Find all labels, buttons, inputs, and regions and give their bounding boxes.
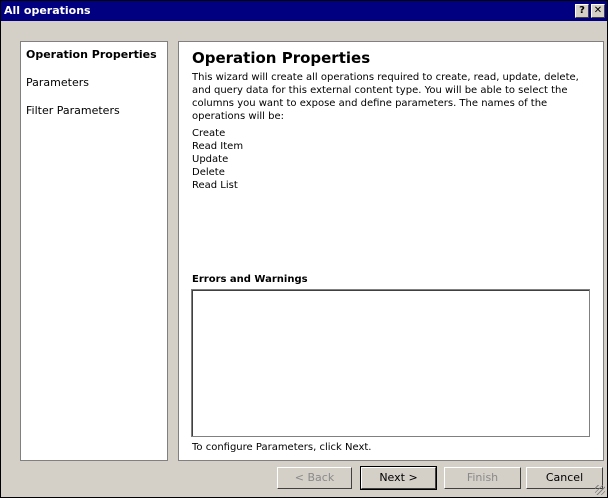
dialog-window: All operations ? ✕ Operation Properties … (0, 0, 608, 498)
operation-item: Delete (192, 167, 225, 178)
title-bar[interactable]: All operations ? ✕ (1, 1, 607, 21)
cancel-button[interactable]: Cancel (526, 467, 603, 489)
wizard-nav: Operation Properties Parameters Filter P… (20, 41, 168, 461)
operation-item: Read Item (192, 141, 244, 152)
help-button[interactable]: ? (575, 4, 589, 18)
page-heading: Operation Properties (192, 49, 371, 67)
operation-item: Read List (192, 180, 238, 191)
nav-item-filter-parameters[interactable]: Filter Parameters (26, 104, 120, 117)
nav-item-operation-properties[interactable]: Operation Properties (26, 48, 157, 61)
errors-label: Errors and Warnings (192, 274, 308, 285)
hint-text: To configure Parameters, click Next. (192, 442, 372, 453)
operation-item: Create (192, 128, 226, 139)
description-line: columns you want to expose and define pa… (192, 98, 548, 109)
description: This wizard will create all operations r… (192, 71, 592, 123)
nav-item-parameters[interactable]: Parameters (26, 76, 89, 89)
resize-grip-icon[interactable] (595, 485, 605, 495)
window-title: All operations (4, 4, 91, 17)
description-line: This wizard will create all operations r… (192, 72, 579, 83)
back-button[interactable]: < Back (277, 467, 352, 489)
description-line: and query data for this external content… (192, 85, 568, 96)
operations-list: Create Read Item Update Delete Read List (192, 127, 243, 192)
content-panel: Operation Properties This wizard will cr… (178, 41, 604, 461)
next-button[interactable]: Next > (360, 466, 437, 490)
description-line: operations will be: (192, 111, 284, 122)
errors-and-warnings-box[interactable] (191, 289, 590, 437)
close-button[interactable]: ✕ (591, 4, 605, 18)
finish-button[interactable]: Finish (444, 467, 521, 489)
operation-item: Update (192, 154, 229, 165)
